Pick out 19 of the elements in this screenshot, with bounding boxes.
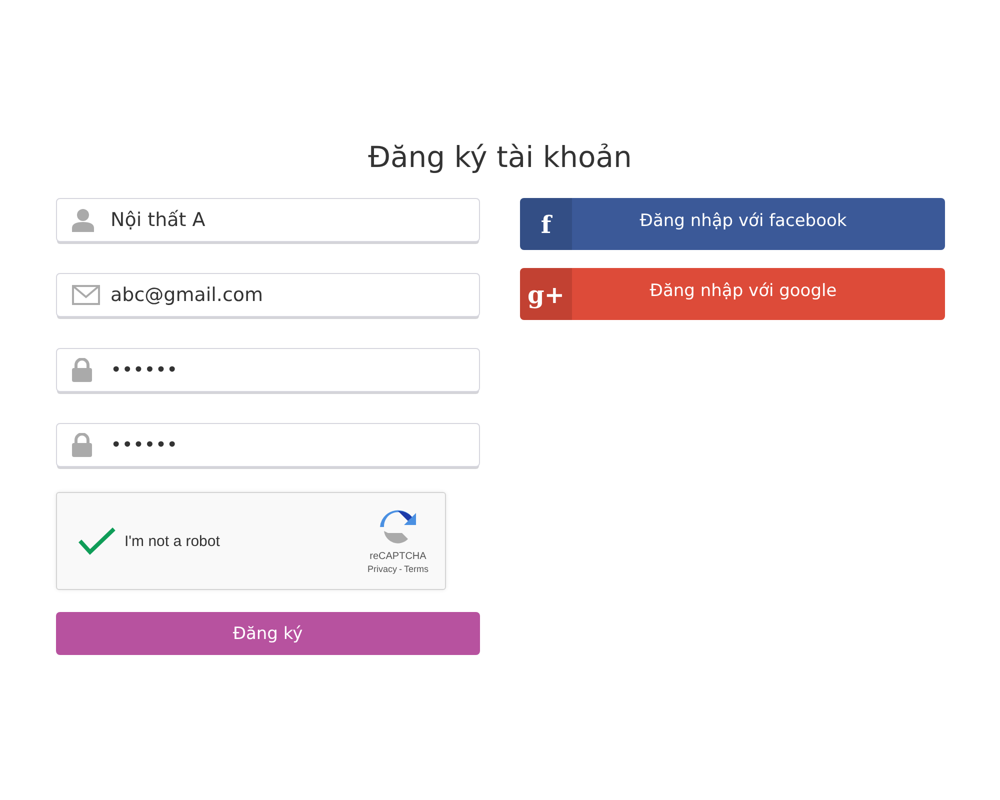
- captcha-brand: reCAPTCHA: [370, 550, 426, 562]
- register-button[interactable]: Đăng ký: [56, 612, 480, 655]
- google-login-button[interactable]: g+ Đăng nhập với google: [520, 268, 944, 320]
- privacy-link[interactable]: Privacy: [367, 564, 397, 574]
- user-field[interactable]: Nội thất A: [56, 198, 480, 242]
- lock-icon: [72, 358, 92, 382]
- user-icon: [72, 208, 94, 232]
- password-field[interactable]: ••••••: [56, 423, 480, 467]
- envelope-icon: [72, 285, 100, 305]
- page-title: Đăng ký tài khoản: [368, 140, 632, 174]
- terms-link[interactable]: Terms: [404, 564, 428, 574]
- link-separator: -: [399, 564, 402, 574]
- checkmark-icon: [78, 527, 116, 555]
- password-field[interactable]: ••••••: [56, 348, 480, 392]
- facebook-login-button[interactable]: f Đăng nhập với facebook: [520, 198, 944, 250]
- email-field[interactable]: abc@gmail.com: [56, 273, 480, 317]
- captcha-checkbox[interactable]: [76, 525, 116, 557]
- captcha-label: I'm not a robot: [124, 532, 221, 550]
- lock-icon: [72, 433, 92, 457]
